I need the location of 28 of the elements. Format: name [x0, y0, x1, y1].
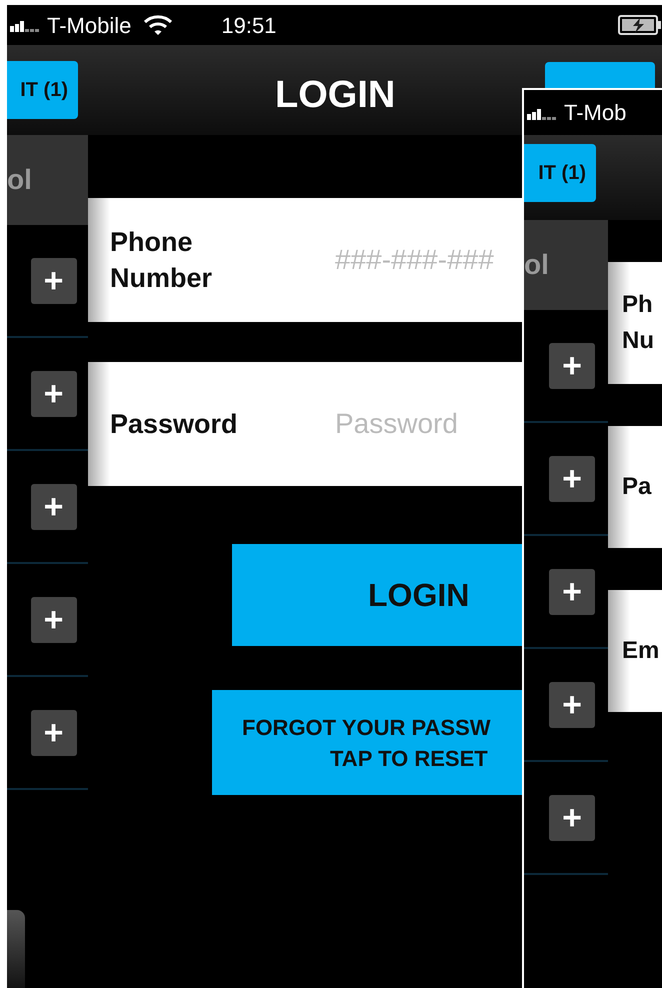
- carrier-name: T-Mobile: [47, 12, 132, 40]
- tab-edge[interactable]: [7, 910, 25, 988]
- login-button[interactable]: LOGIN: [232, 544, 522, 646]
- reset-password-button[interactable]: FORGOT YOUR PASSW TAP TO RESET: [212, 690, 522, 795]
- add-button[interactable]: +: [549, 682, 595, 728]
- side-panel-title[interactable]: ol: [524, 251, 549, 279]
- add-button[interactable]: +: [30, 484, 76, 530]
- status-time: 19:51: [221, 12, 276, 40]
- add-button[interactable]: +: [30, 596, 76, 642]
- field-label: Em: [621, 636, 660, 666]
- side-panel-title[interactable]: ol: [7, 166, 32, 194]
- add-button[interactable]: +: [30, 710, 76, 756]
- add-button[interactable]: +: [549, 568, 595, 614]
- add-button[interactable]: +: [30, 258, 76, 304]
- field-label: Pa: [621, 472, 652, 502]
- field-label: Password: [109, 408, 239, 441]
- nav-back-button[interactable]: IT (1): [7, 61, 78, 119]
- carrier-name: T-Mob: [564, 99, 626, 127]
- screen-title: LOGIN: [275, 73, 396, 118]
- text-field[interactable]: ###-###-###: [335, 239, 520, 281]
- add-button[interactable]: +: [549, 794, 595, 840]
- field-label: Ph Nu: [621, 290, 654, 356]
- add-button[interactable]: +: [549, 342, 595, 388]
- text-field[interactable]: Password: [335, 403, 520, 445]
- add-button[interactable]: +: [549, 456, 595, 502]
- field-label: Phone Number: [109, 226, 214, 295]
- add-button[interactable]: +: [30, 370, 76, 416]
- nav-back-button[interactable]: IT (1): [524, 144, 596, 202]
